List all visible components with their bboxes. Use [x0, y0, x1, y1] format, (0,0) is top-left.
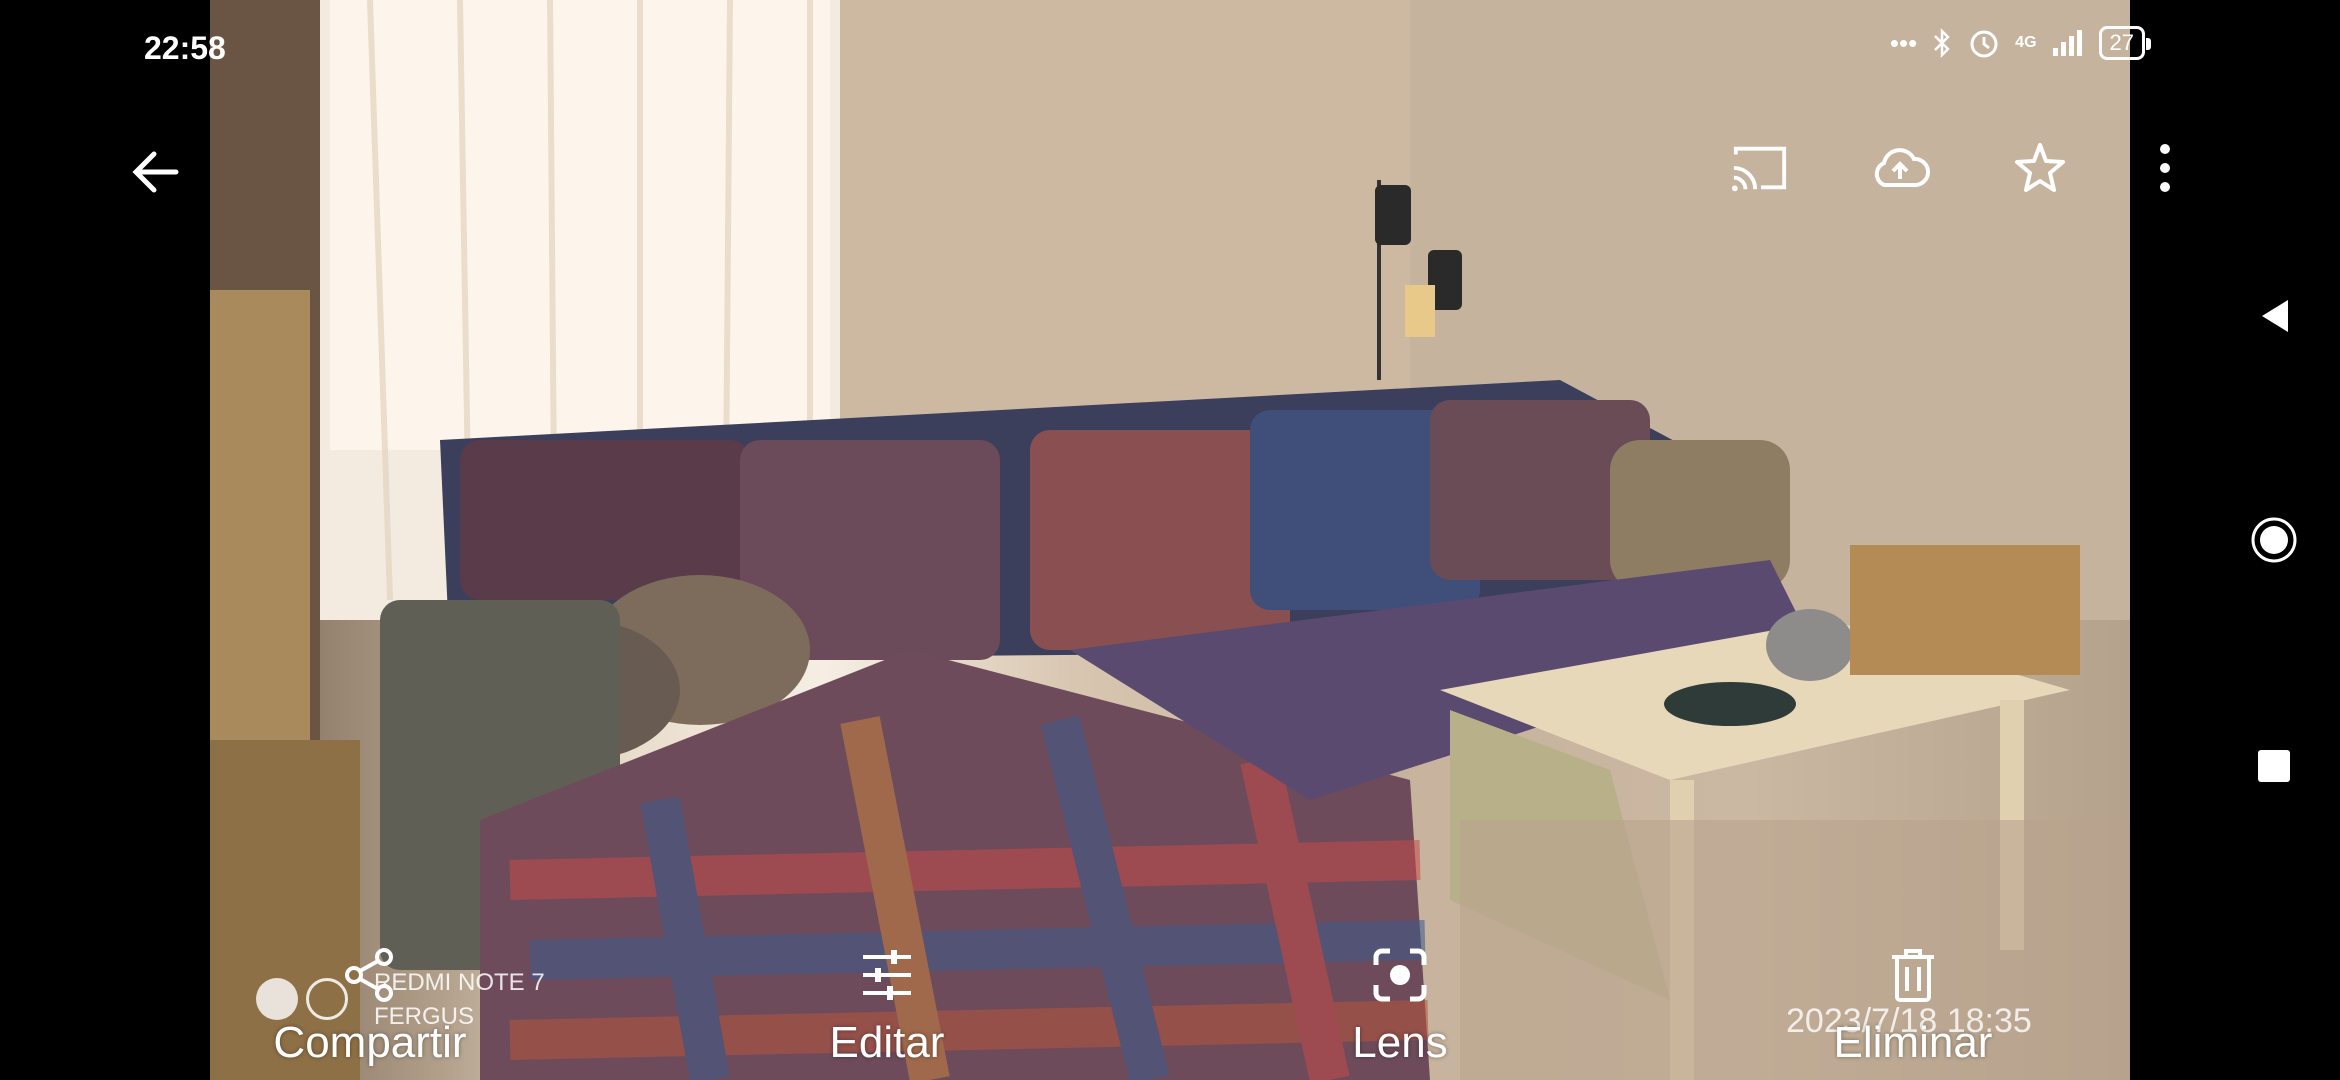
bottom-action-bar: Compartir Editar Lens Eliminar — [210, 940, 2130, 1080]
system-navigation — [2130, 0, 2340, 1080]
alarm-icon — [1970, 30, 1998, 58]
tune-icon — [863, 950, 911, 1000]
backup-button[interactable] — [1870, 134, 1930, 202]
favorite-button[interactable] — [2010, 134, 2070, 202]
edit-label: Editar — [829, 1018, 945, 1067]
signal-icon — [2052, 30, 2082, 56]
status-indicators: ••• 4G 27 — [1889, 26, 2152, 60]
lens-label: Lens — [1352, 1018, 1448, 1067]
circle-home-icon[interactable] — [2250, 516, 2298, 564]
cast-button[interactable] — [1730, 134, 1790, 202]
trash-icon — [1892, 949, 1934, 1002]
more-notifications-icon: ••• — [1889, 27, 1918, 58]
share-icon — [345, 948, 393, 1002]
delete-label: Eliminar — [1833, 1018, 1993, 1067]
lens-icon — [1373, 948, 1427, 1002]
share-label: Compartir — [273, 1018, 467, 1067]
bluetooth-icon — [1934, 27, 1950, 59]
triangle-back-icon[interactable] — [2258, 298, 2290, 334]
back-button[interactable] — [124, 140, 188, 204]
cloud-upload-icon — [1874, 148, 1930, 187]
star-icon — [2015, 143, 2065, 192]
cast-icon — [1731, 146, 1787, 192]
share-button[interactable]: Compartir — [240, 940, 500, 1068]
edit-button[interactable]: Editar — [757, 940, 1017, 1068]
network-type: 4G — [2015, 34, 2037, 51]
arrow-left-icon — [132, 151, 179, 193]
lens-button[interactable]: Lens — [1270, 940, 1530, 1068]
delete-button[interactable]: Eliminar — [1783, 940, 2043, 1068]
status-time: 22:58 — [144, 30, 226, 66]
square-recents-icon[interactable] — [2257, 749, 2291, 783]
